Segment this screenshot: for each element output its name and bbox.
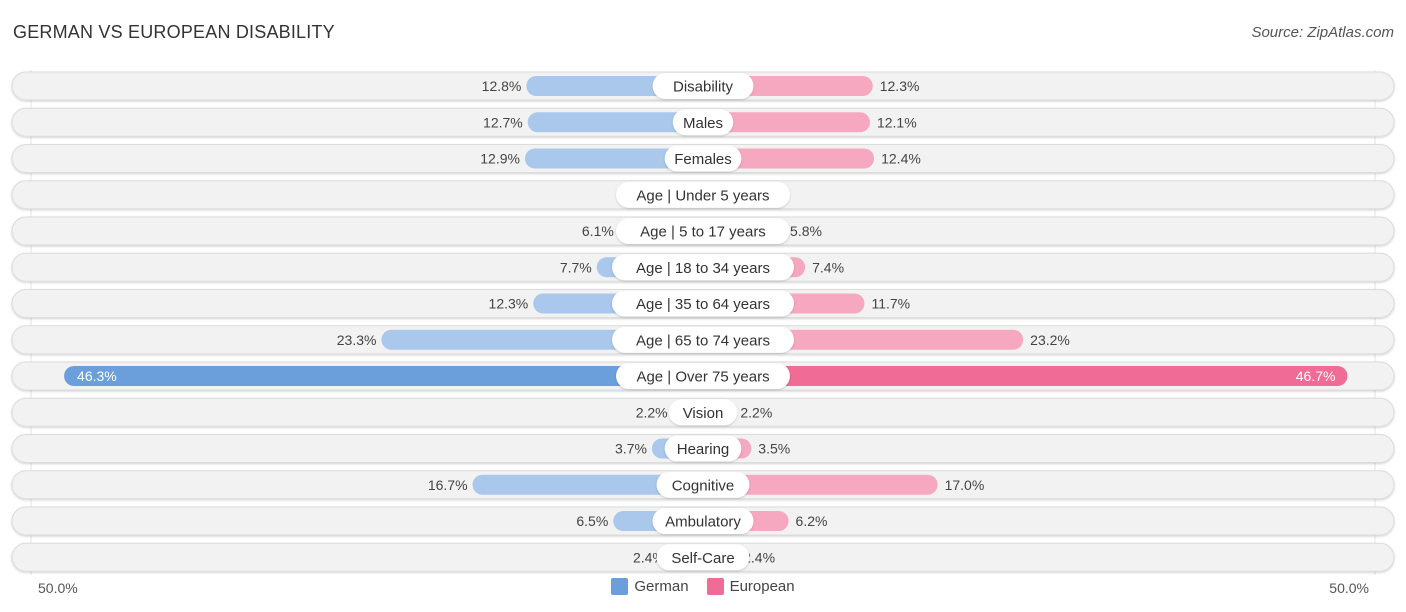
value-label-european: 2.2% xyxy=(740,404,772,420)
category-label: Age | Under 5 years xyxy=(636,187,769,204)
category-label: Males xyxy=(683,115,723,132)
category-label: Disability xyxy=(673,79,734,96)
category-label: Age | 35 to 64 years xyxy=(636,296,770,313)
category-label: Age | 5 to 17 years xyxy=(640,224,766,241)
category-label: Vision xyxy=(683,405,724,422)
legend: German European xyxy=(0,578,1406,595)
legend-label-german: German xyxy=(634,578,689,595)
value-label-german: 7.7% xyxy=(560,259,592,275)
value-label-german: 12.7% xyxy=(483,114,523,130)
value-label-european: 12.1% xyxy=(877,114,917,130)
value-label-german: 12.8% xyxy=(482,78,522,94)
value-label-european: 17.0% xyxy=(945,477,985,493)
value-label-german: 46.3% xyxy=(77,368,117,384)
value-label-european: 46.7% xyxy=(1296,368,1336,384)
category-label: Age | 65 to 74 years xyxy=(636,332,770,349)
category-label: Hearing xyxy=(677,441,730,458)
legend-swatch-german xyxy=(611,578,629,595)
value-label-german: 12.9% xyxy=(480,151,520,167)
value-label-german: 2.2% xyxy=(636,404,668,420)
value-label-european: 6.2% xyxy=(796,513,828,529)
category-label: Females xyxy=(674,151,732,168)
chart-area: 12.8% 12.3% Disability 12.7% 12.1% Males 12.9%… xyxy=(11,70,1395,575)
category-label: Self-Care xyxy=(671,550,734,567)
value-label-european: 3.5% xyxy=(758,441,790,457)
value-label-german: 23.3% xyxy=(337,332,377,348)
category-label: Age | Over 75 years xyxy=(636,369,769,386)
value-label-german: 6.1% xyxy=(582,223,614,239)
value-label-european: 5.8% xyxy=(790,223,822,239)
value-label-european: 23.2% xyxy=(1030,332,1070,348)
category-label: Age | 18 to 34 years xyxy=(636,260,770,277)
value-label-german: 6.5% xyxy=(576,513,608,529)
value-label-german: 16.7% xyxy=(428,477,468,493)
legend-item-german[interactable]: German xyxy=(611,578,689,595)
bar-german[interactable] xyxy=(64,366,713,386)
legend-item-european[interactable]: European xyxy=(706,578,795,595)
legend-swatch-european xyxy=(706,578,724,595)
value-label-german: 12.3% xyxy=(489,296,529,312)
value-label-european: 11.7% xyxy=(871,296,910,312)
value-label-european: 12.3% xyxy=(880,78,920,94)
value-label-german: 3.7% xyxy=(615,441,647,457)
bar-european[interactable] xyxy=(693,366,1348,386)
value-label-european: 12.4% xyxy=(881,151,921,167)
category-label: Ambulatory xyxy=(665,514,741,531)
category-label: Cognitive xyxy=(672,477,735,494)
value-label-european: 7.4% xyxy=(812,259,844,275)
legend-label-european: European xyxy=(729,578,795,595)
